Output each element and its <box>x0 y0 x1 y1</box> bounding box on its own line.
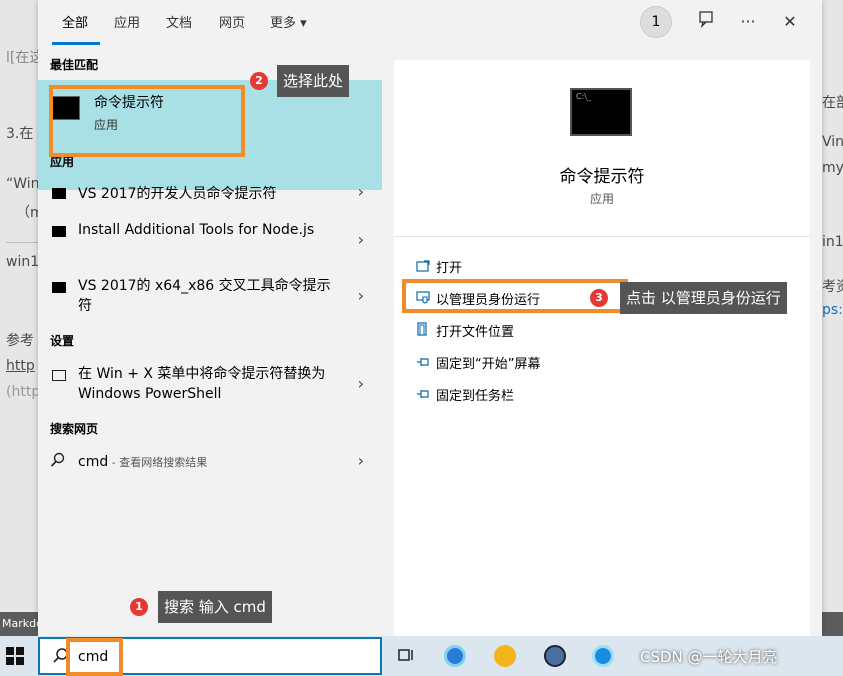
section-best-match: 最佳匹配 <box>50 58 99 72</box>
browser-icon[interactable] <box>592 645 614 667</box>
search-app-icon[interactable] <box>444 645 466 667</box>
more-options-icon[interactable]: ··· <box>736 10 760 34</box>
rewards-badge[interactable]: 1 <box>640 6 672 38</box>
bg-text: “Win <box>6 176 40 192</box>
section-settings: 设置 <box>50 334 75 348</box>
tab-all[interactable]: 全部 <box>62 12 88 31</box>
taskbar: cmd CSDN @一轮大月亮 <box>0 636 843 676</box>
cloud-app-icon[interactable] <box>494 645 516 667</box>
bg-text: in10 <box>822 234 843 250</box>
avatar[interactable] <box>544 645 566 667</box>
annotation-tip: 选择此处 <box>277 65 350 97</box>
tab-bar: 全部 应用 文档 网页 更多 ▾ 1 ··· ✕ <box>38 0 822 46</box>
bg-text: 考资 <box>822 279 843 295</box>
list-item[interactable]: cmd - 查看网络搜索结果 › <box>38 450 382 476</box>
close-icon[interactable]: ✕ <box>778 10 802 34</box>
section-web: 搜索网页 <box>50 422 99 436</box>
preview-pane: C:\_ 命令提示符 应用 打开 以管理员身份运行 打开文件位置 固定到“开始”… <box>394 60 810 636</box>
action-open[interactable]: 打开 <box>416 257 462 276</box>
settings-window-icon <box>52 370 66 381</box>
action-label: 打开 <box>436 261 463 276</box>
windows-start-icon[interactable] <box>6 647 24 665</box>
action-open-file-location[interactable]: 打开文件位置 <box>416 321 514 340</box>
pin-icon <box>416 388 436 404</box>
bg-text: (http <box>6 384 41 400</box>
action-label: 固定到“开始”屏幕 <box>436 357 541 372</box>
tab-more[interactable]: 更多 ▾ <box>270 12 307 31</box>
action-pin-to-start[interactable]: 固定到“开始”屏幕 <box>416 353 540 372</box>
list-item[interactable]: VS 2017的开发人员命令提示符 › <box>38 182 382 206</box>
tab-apps[interactable]: 应用 <box>114 12 140 31</box>
list-item[interactable]: Install Additional Tools for Node.js › <box>38 220 382 264</box>
chevron-right-icon[interactable]: › <box>358 230 364 249</box>
active-tab-indicator <box>52 42 100 45</box>
bg-link[interactable]: http <box>6 358 35 374</box>
feedback-icon[interactable] <box>694 10 718 34</box>
csdn-watermark: CSDN @一轮大月亮 <box>640 648 778 666</box>
preview-title: 命令提示符 <box>559 167 645 187</box>
tab-web[interactable]: 网页 <box>219 12 245 31</box>
annotation-number: 3 <box>590 289 608 307</box>
cmd-app-icon <box>52 188 66 199</box>
annotation-number: 1 <box>130 598 148 616</box>
annotation-number: 2 <box>250 72 268 90</box>
chevron-down-icon: ▾ <box>300 16 307 31</box>
action-pin-to-taskbar[interactable]: 固定到任务栏 <box>416 385 514 404</box>
pin-icon <box>416 356 436 372</box>
tab-more-label: 更多 <box>270 16 297 31</box>
markdown-label: Markdo <box>2 617 43 630</box>
bg-text: win1 <box>6 254 40 270</box>
chevron-right-icon[interactable]: › <box>358 286 364 305</box>
web-suffix: - 查看网络搜索结果 <box>108 456 208 469</box>
folder-icon <box>416 322 436 340</box>
cmd-app-icon <box>52 226 66 237</box>
tab-documents[interactable]: 文档 <box>166 12 192 31</box>
list-item-label: Install Additional Tools for Node.js <box>78 222 315 238</box>
annotation-box-search <box>66 638 123 676</box>
preview-divider <box>394 236 810 237</box>
annotation-box-best-match <box>49 85 245 157</box>
open-icon <box>416 260 436 276</box>
bg-text: 在部 <box>822 95 843 111</box>
console-text: C:\_ <box>576 92 591 101</box>
cmd-large-icon: C:\_ <box>570 88 632 136</box>
bg-text: 3.在 <box>6 126 34 142</box>
bg-text: Vind <box>822 134 843 150</box>
list-item[interactable]: 在 Win + X 菜单中将命令提示符替换为 Windows PowerShel… <box>38 364 382 408</box>
bg-link[interactable]: ps:/ <box>822 302 843 318</box>
preview-subtitle: 应用 <box>589 192 614 206</box>
bg-text: 参考 <box>6 333 34 349</box>
action-label: 打开文件位置 <box>436 325 515 340</box>
list-item-label: VS 2017的 x64_x86 交叉工具命令提示符 <box>78 278 331 314</box>
cmd-app-icon <box>52 282 66 293</box>
list-item-label: 在 Win + X 菜单中将命令提示符替换为 Windows PowerShel… <box>78 366 326 402</box>
chevron-right-icon[interactable]: › <box>358 374 364 393</box>
bg-divider <box>6 242 38 243</box>
web-query: cmd <box>78 454 109 470</box>
list-item-label: VS 2017的开发人员命令提示符 <box>78 186 277 202</box>
list-item[interactable]: VS 2017的 x64_x86 交叉工具命令提示符 › <box>38 276 382 320</box>
task-view-icon[interactable] <box>396 645 418 667</box>
annotation-tip: 点击 以管理员身份运行 <box>620 282 787 314</box>
action-label: 固定到任务栏 <box>436 389 515 404</box>
bg-text: mys <box>822 160 843 176</box>
chevron-right-icon[interactable]: › <box>358 451 364 470</box>
chevron-right-icon[interactable]: › <box>358 182 364 201</box>
annotation-tip: 搜索 输入 cmd <box>158 591 272 623</box>
search-icon <box>50 452 66 472</box>
